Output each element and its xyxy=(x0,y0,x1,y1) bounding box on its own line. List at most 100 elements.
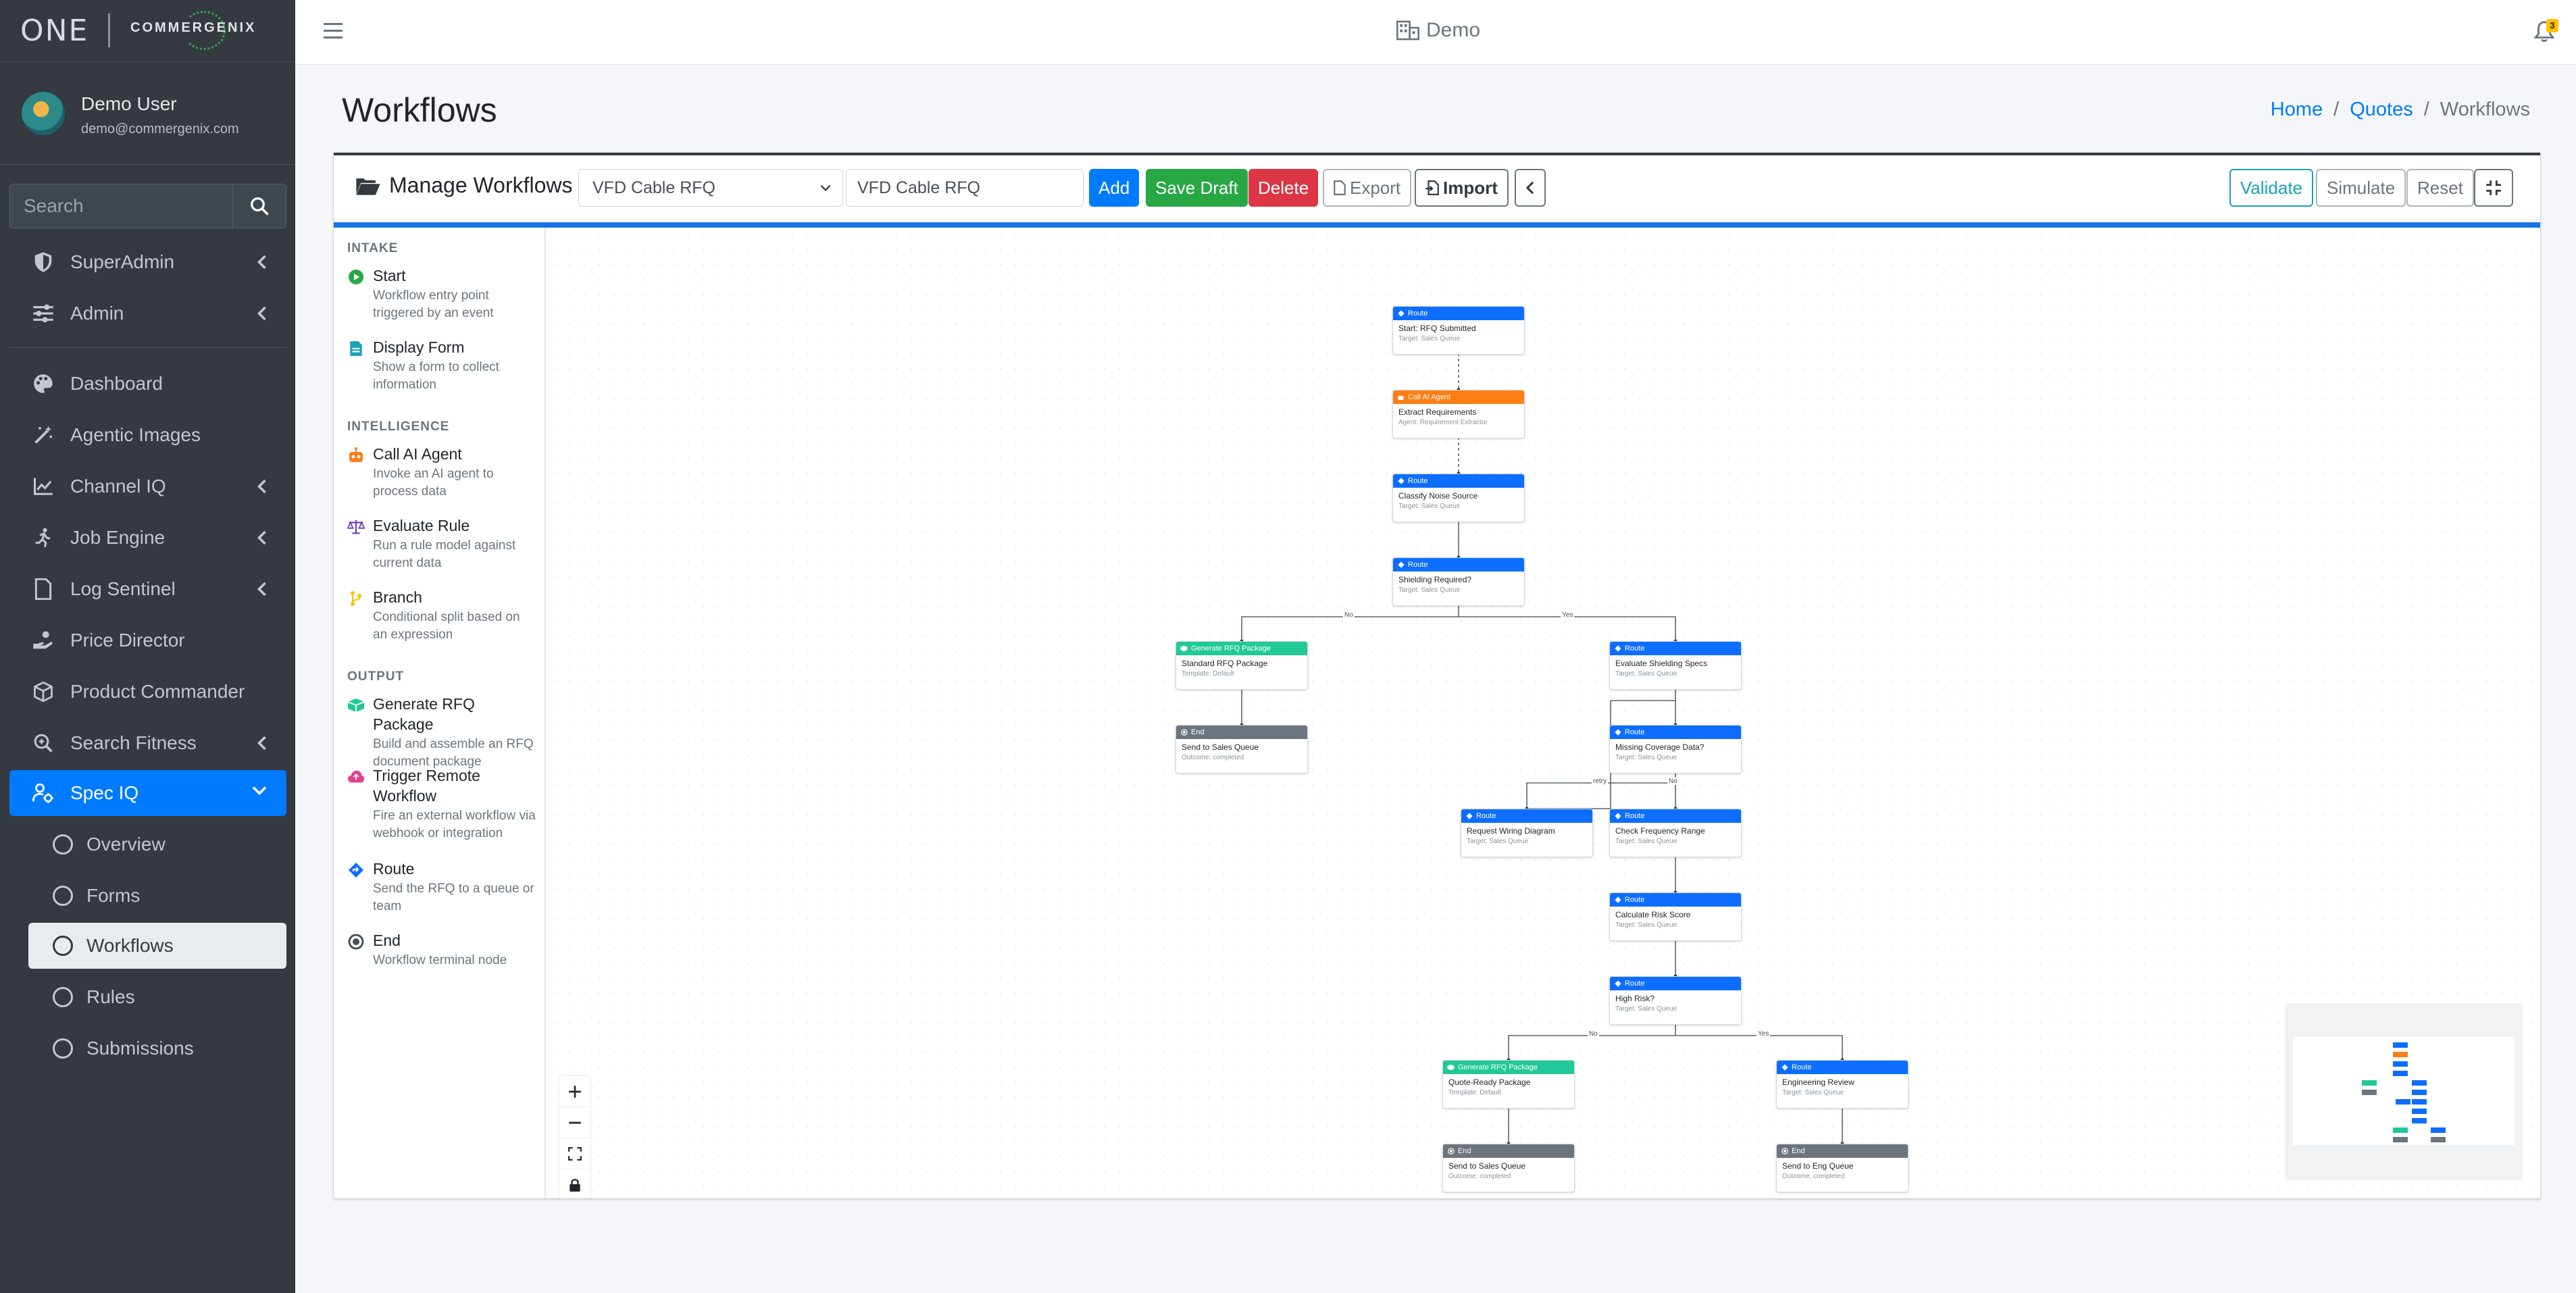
menu-toggle-icon[interactable] xyxy=(324,23,343,39)
sidebar-subitem-overview[interactable]: Overview xyxy=(28,821,286,867)
breadcrumb-home[interactable]: Home xyxy=(2271,99,2323,121)
save-draft-button[interactable]: Save Draft xyxy=(1146,169,1248,207)
workflow-select[interactable]: VFD Cable RFQ xyxy=(578,169,843,207)
sidebar-subitem-workflows[interactable]: Workflows xyxy=(28,923,286,969)
sidebar-item-log-sentinel[interactable]: Log Sentinel xyxy=(9,566,286,612)
sidebar-item-label: Price Director xyxy=(70,630,185,651)
sidebar-subitem-forms[interactable]: Forms xyxy=(28,873,286,919)
validate-button[interactable]: Validate xyxy=(2229,169,2314,207)
lock-button[interactable] xyxy=(559,1169,590,1198)
workflow-node[interactable]: End Send to Sales Queue Outcome: complet… xyxy=(1176,725,1308,774)
workflow-node[interactable]: Route High Risk? Target: Sales Queue xyxy=(1609,976,1742,1025)
sidebar-item-label: Job Engine xyxy=(70,527,166,548)
sidebar-subitem-submissions[interactable]: Submissions xyxy=(28,1025,286,1071)
palette-item-generate-rfq-package[interactable]: Generate RFQ Package Build and assemble … xyxy=(347,694,536,771)
card-title-text: Manage Workflows xyxy=(389,173,573,197)
palette-icon xyxy=(30,370,57,397)
palette-item-branch[interactable]: Branch Conditional split based on an exp… xyxy=(347,587,536,644)
simulate-button[interactable]: Simulate xyxy=(2316,169,2406,207)
sidebar-search xyxy=(9,184,286,228)
collapse-palette-button[interactable] xyxy=(1515,169,1546,207)
workflow-node[interactable]: Route Evaluate Shielding Specs Target: S… xyxy=(1609,641,1742,690)
node-type: Route xyxy=(1408,561,1428,569)
reset-label: Reset xyxy=(2417,177,2463,198)
workflow-node[interactable]: Route Engineering Review Target: Sales Q… xyxy=(1776,1060,1909,1109)
workflow-node[interactable]: Route Shielding Required? Target: Sales … xyxy=(1392,557,1525,606)
import-button[interactable]: Import xyxy=(1415,169,1509,207)
route-icon xyxy=(1614,729,1621,736)
palette-item-route[interactable]: Route Send the RFQ to a queue or team xyxy=(347,859,536,915)
tenant-indicator[interactable]: Demo xyxy=(1396,19,1480,42)
minimap[interactable] xyxy=(2285,1003,2523,1180)
zoom-out-button[interactable] xyxy=(559,1107,590,1138)
node-title: Calculate Risk Score xyxy=(1615,910,1691,919)
add-button[interactable]: Add xyxy=(1089,169,1140,207)
minimap-node xyxy=(2396,1099,2410,1105)
workflow-node[interactable]: End Send to Eng Queue Outcome: completed xyxy=(1776,1144,1909,1192)
node-type: Route xyxy=(1625,896,1645,904)
breadcrumb-current: Workflows xyxy=(2440,99,2530,120)
palette-item-desc: Run a rule model against current data xyxy=(373,538,516,570)
search-input[interactable] xyxy=(9,184,232,228)
minimap-node xyxy=(2393,1071,2408,1076)
sidebar-item-search-fitness[interactable]: Search Fitness xyxy=(9,720,286,766)
sidebar-item-spec-iq[interactable]: Spec IQ xyxy=(9,770,286,816)
workflow-name-input[interactable] xyxy=(846,169,1084,207)
palette-item-name: Evaluate Rule xyxy=(373,517,470,534)
reset-button[interactable]: Reset xyxy=(2406,169,2474,207)
brand-logo[interactable]: ONE COMMERGENIX xyxy=(0,0,295,62)
workflow-node[interactable]: Route Missing Coverage Data? Target: Sal… xyxy=(1609,725,1742,774)
sidebar-subitem-rules[interactable]: Rules xyxy=(28,974,286,1020)
sidebar-item-price-director[interactable]: Price Director xyxy=(9,617,286,663)
sidebar-item-agentic-images[interactable]: Agentic Images xyxy=(9,412,286,458)
zoom-in-button[interactable] xyxy=(559,1076,590,1107)
sidebar-item-channel-iq[interactable]: Channel IQ xyxy=(9,463,286,509)
workflow-node[interactable]: End Send to Sales Queue Outcome: complet… xyxy=(1442,1144,1575,1192)
workflow-node[interactable]: Generate RFQ Package Standard RFQ Packag… xyxy=(1176,641,1308,690)
route-icon xyxy=(1614,896,1621,904)
workflow-node[interactable]: Route Calculate Risk Score Target: Sales… xyxy=(1609,892,1742,941)
node-type: Route xyxy=(1408,309,1428,318)
avatar[interactable] xyxy=(22,92,65,135)
node-title: Missing Coverage Data? xyxy=(1615,742,1704,752)
chevron-left-icon xyxy=(257,306,266,321)
palette-item-start[interactable]: Start Workflow entry point triggered by … xyxy=(347,265,536,322)
palette-item-trigger-remote-workflow[interactable]: Trigger Remote Workflow Fire an external… xyxy=(347,765,536,842)
user-name[interactable]: Demo User xyxy=(81,93,177,115)
logo-one: ONE xyxy=(20,14,89,48)
export-button[interactable]: Export xyxy=(1323,169,1412,207)
palette-item-evaluate-rule[interactable]: Evaluate Rule Run a rule model against c… xyxy=(347,515,536,572)
sidebar-item-job-engine[interactable]: Job Engine xyxy=(9,515,286,561)
user-cog-icon xyxy=(30,780,57,807)
workflow-node[interactable]: Route Request Wiring Diagram Target: Sal… xyxy=(1461,809,1593,857)
workflow-node[interactable]: Generate RFQ Package Quote-Ready Package… xyxy=(1442,1060,1575,1109)
sidebar-item-superadmin[interactable]: SuperAdmin xyxy=(9,239,286,285)
workflow-node[interactable]: Route Classify Noise Source Target: Sale… xyxy=(1392,474,1525,522)
workflow-node[interactable]: Route Check Frequency Range Target: Sale… xyxy=(1609,809,1742,857)
breadcrumb-quotes[interactable]: Quotes xyxy=(2350,99,2413,121)
palette-item-call-ai-agent[interactable]: Call AI Agent Invoke an AI agent to proc… xyxy=(347,444,536,501)
sidebar-item-dashboard[interactable]: Dashboard xyxy=(9,361,286,407)
fit-view-button[interactable] xyxy=(559,1138,590,1169)
circle-icon xyxy=(53,886,73,906)
workflow-node[interactable]: Call AI Agent Extract Requirements Agent… xyxy=(1392,390,1525,438)
chevron-down-icon xyxy=(252,786,267,796)
top-navbar: Demo 3 xyxy=(295,0,2576,65)
sidebar-item-label: Admin xyxy=(70,303,124,324)
palette-item-name: Generate RFQ Package xyxy=(373,695,475,733)
fullscreen-button[interactable] xyxy=(2474,169,2513,207)
sidebar-item-product-commander[interactable]: Product Commander xyxy=(9,669,286,715)
chevron-down-icon xyxy=(820,184,831,191)
palette-item-display-form[interactable]: Display Form Show a form to collect info… xyxy=(347,337,536,394)
delete-button[interactable]: Delete xyxy=(1248,169,1319,207)
workflow-card: Manage Workflows VFD Cable RFQ Add Save … xyxy=(334,153,2540,1198)
line-chart-icon xyxy=(30,473,57,500)
node-title: Send to Eng Queue xyxy=(1782,1161,1854,1171)
minimap-node xyxy=(2412,1099,2427,1105)
palette-item-end[interactable]: End Workflow terminal node xyxy=(347,930,536,969)
sidebar-item-admin[interactable]: Admin xyxy=(9,290,286,336)
search-button[interactable] xyxy=(232,184,286,228)
workflow-canvas[interactable]: No Yes retry No No Yes Route Start: RFQ … xyxy=(547,228,2537,1198)
package-icon xyxy=(347,696,365,714)
workflow-node[interactable]: Route Start: RFQ Submitted Target: Sales… xyxy=(1392,306,1525,355)
